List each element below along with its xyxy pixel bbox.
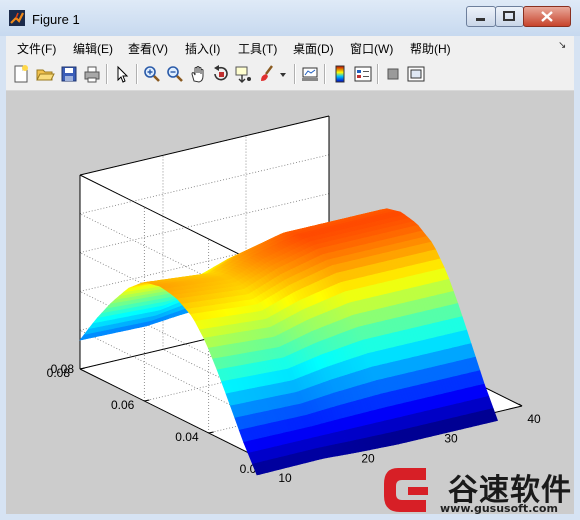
show-tools-icon[interactable] <box>406 64 426 84</box>
rotate-3d-icon[interactable] <box>211 64 231 84</box>
menu-overflow-icon[interactable]: ↘ <box>558 40 566 51</box>
menu-bar: 文件(F) 编辑(E) 查看(V) 插入(I) 工具(T) 桌面(D) 窗口(W… <box>6 36 574 58</box>
watermark-url: www.gususoft.com <box>440 502 558 515</box>
link-plot-icon[interactable] <box>300 64 320 84</box>
y-tick-label: 0.04 <box>175 430 199 444</box>
toolbar-separator <box>106 64 108 84</box>
menu-window[interactable]: 窗口(W) <box>350 40 393 57</box>
select-arrow-icon[interactable] <box>112 64 132 84</box>
window-title: Figure 1 <box>32 12 80 27</box>
pan-hand-icon[interactable] <box>188 64 208 84</box>
menu-help[interactable]: 帮助(H) <box>410 40 451 57</box>
x-tick-label: 40 <box>527 412 541 426</box>
hide-tools-icon[interactable] <box>383 64 403 84</box>
toolbar-separator <box>324 64 326 84</box>
legend-icon[interactable] <box>353 64 373 84</box>
x-tick-label: 30 <box>444 432 458 446</box>
dropdown-arrow-icon[interactable] <box>278 64 288 84</box>
save-icon[interactable] <box>59 64 79 84</box>
maximize-button[interactable] <box>495 6 524 27</box>
figure-window: Figure 1 文件(F) 编辑(E) 查看(V) 插入(I) 工具(T) 桌… <box>0 0 580 520</box>
toolbar-separator <box>377 64 379 84</box>
brush-icon[interactable] <box>257 64 277 84</box>
menu-desktop[interactable]: 桌面(D) <box>293 40 334 57</box>
z-tick-label: 0.08 <box>51 362 75 376</box>
menu-file[interactable]: 文件(F) <box>17 40 56 57</box>
x-tick-label: 10 <box>278 471 292 485</box>
toolbar-separator <box>136 64 138 84</box>
menu-edit[interactable]: 编辑(E) <box>73 40 113 57</box>
matlab-icon <box>9 10 25 26</box>
minimize-button[interactable] <box>466 6 496 27</box>
close-button[interactable] <box>523 6 571 27</box>
print-icon[interactable] <box>82 64 102 84</box>
new-figure-icon[interactable] <box>11 64 31 84</box>
y-tick-label: 0.06 <box>111 398 135 412</box>
open-icon[interactable] <box>35 64 55 84</box>
toolbar-separator <box>294 64 296 84</box>
data-cursor-icon[interactable] <box>234 64 254 84</box>
zoom-in-icon[interactable] <box>142 64 162 84</box>
figure-canvas[interactable]: 102030400.020.040.060.080.150.160.170.18… <box>6 91 574 514</box>
zoom-out-icon[interactable] <box>165 64 185 84</box>
menu-view[interactable]: 查看(V) <box>128 40 168 57</box>
menu-tools[interactable]: 工具(T) <box>238 40 277 57</box>
figure-toolbar <box>6 58 574 91</box>
surface-plot[interactable]: 102030400.020.040.060.080.150.160.170.18… <box>6 91 574 514</box>
x-tick-label: 20 <box>361 451 375 465</box>
menu-insert[interactable]: 插入(I) <box>185 40 220 57</box>
colorbar-icon[interactable] <box>330 64 350 84</box>
title-bar[interactable]: Figure 1 <box>0 0 580 36</box>
